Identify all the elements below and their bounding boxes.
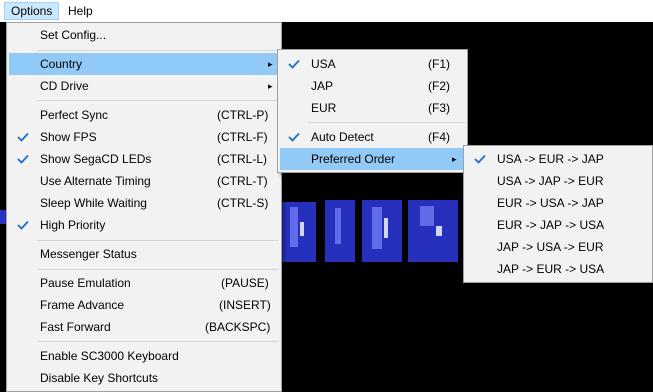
menu-item-cd-drive[interactable]: CD Drive ▸ [9, 75, 279, 97]
menu-item-order-4[interactable]: EUR -> JAP -> USA [466, 214, 650, 236]
pause-emulation-label: Pause Emulation [40, 276, 131, 290]
country-usa-shortcut: (F1) [428, 57, 450, 71]
perfect-sync-shortcut: (CTRL-P) [217, 108, 269, 122]
menu-item-high-priority[interactable]: High Priority [9, 214, 279, 236]
high-priority-label: High Priority [40, 218, 106, 232]
separator [37, 50, 279, 51]
show-fps-shortcut: (CTRL-F) [217, 130, 268, 144]
separator [37, 240, 279, 241]
preferred-order-submenu: USA -> EUR -> JAP USA -> JAP -> EUR EUR … [463, 145, 653, 283]
country-jap-shortcut: (F2) [428, 79, 450, 93]
country-eur-shortcut: (F3) [428, 101, 450, 115]
order-2-label: USA -> JAP -> EUR [497, 174, 604, 188]
messenger-status-label: Messenger Status [40, 247, 137, 261]
menu-item-frame-advance[interactable]: Frame Advance (INSERT) [9, 294, 279, 316]
menu-item-country[interactable]: Country ▸ [9, 53, 279, 75]
menu-item-perfect-sync[interactable]: Perfect Sync (CTRL-P) [9, 104, 279, 126]
preferred-order-label: Preferred Order [311, 152, 396, 166]
menu-item-order-3[interactable]: EUR -> USA -> JAP [466, 192, 650, 214]
disable-shortcuts-label: Disable Key Shortcuts [40, 371, 159, 385]
enable-sc3000-label: Enable SC3000 Keyboard [40, 349, 179, 363]
show-segacd-leds-label: Show SegaCD LEDs [40, 152, 152, 166]
perfect-sync-label: Perfect Sync [40, 108, 109, 122]
separator [37, 269, 279, 270]
checkmark-icon [17, 132, 29, 142]
sleep-waiting-shortcut: (CTRL-S) [217, 196, 269, 210]
country-eur-label: EUR [311, 101, 337, 115]
cd-drive-label: CD Drive [40, 79, 89, 93]
order-3-label: EUR -> USA -> JAP [497, 196, 604, 210]
menu-item-set-config[interactable]: Set Config... [9, 24, 279, 46]
checkmark-icon [17, 220, 29, 230]
menu-item-alt-timing[interactable]: Use Alternate Timing (CTRL-T) [9, 170, 279, 192]
menu-item-order-2[interactable]: USA -> JAP -> EUR [466, 170, 650, 192]
chevron-right-icon: ▸ [268, 81, 273, 91]
menu-item-messenger-status[interactable]: Messenger Status [9, 243, 279, 265]
country-label: Country [40, 57, 83, 71]
order-6-label: JAP -> EUR -> USA [497, 262, 605, 276]
frame-advance-shortcut: (INSERT) [219, 298, 271, 312]
frame-advance-label: Frame Advance [40, 298, 125, 312]
alt-timing-shortcut: (CTRL-T) [217, 174, 268, 188]
separator [37, 341, 279, 342]
show-segacd-leds-shortcut: (CTRL-L) [217, 152, 267, 166]
fast-forward-label: Fast Forward [40, 320, 111, 334]
menu-item-disable-shortcuts[interactable]: Disable Key Shortcuts [9, 367, 279, 389]
checkmark-icon [17, 154, 29, 164]
menu-item-country-usa[interactable]: USA (F1) [280, 53, 465, 75]
menu-item-auto-detect[interactable]: Auto Detect (F4) [280, 126, 465, 148]
chevron-right-icon: ▸ [452, 154, 457, 164]
menu-item-pause-emulation[interactable]: Pause Emulation (PAUSE) [9, 272, 279, 294]
auto-detect-label: Auto Detect [311, 130, 374, 144]
checkmark-icon [288, 132, 300, 142]
menu-item-show-segacd-leds[interactable]: Show SegaCD LEDs (CTRL-L) [9, 148, 279, 170]
separator [37, 100, 279, 101]
menu-item-fast-forward[interactable]: Fast Forward (BACKSPC) [9, 316, 279, 338]
menu-item-order-5[interactable]: JAP -> USA -> EUR [466, 236, 650, 258]
order-1-label: USA -> EUR -> JAP [497, 152, 604, 166]
pause-emulation-shortcut: (PAUSE) [221, 276, 269, 290]
chevron-right-icon: ▸ [268, 59, 273, 69]
menu-help[interactable]: Help [62, 2, 99, 20]
checkmark-icon [288, 59, 300, 69]
set-config-label: Set Config... [40, 28, 107, 42]
options-menu: Set Config... Country ▸ CD Drive ▸ Perfe… [6, 22, 282, 392]
country-jap-label: JAP [311, 79, 334, 93]
auto-detect-shortcut: (F4) [428, 130, 450, 144]
menu-item-sleep-waiting[interactable]: Sleep While Waiting (CTRL-S) [9, 192, 279, 214]
menu-item-country-jap[interactable]: JAP (F2) [280, 75, 465, 97]
separator [308, 122, 465, 123]
menu-item-preferred-order[interactable]: Preferred Order ▸ [280, 148, 465, 170]
menu-item-show-fps[interactable]: Show FPS (CTRL-F) [9, 126, 279, 148]
order-5-label: JAP -> USA -> EUR [497, 240, 604, 254]
menu-bar: Options Help [0, 0, 653, 23]
sleep-waiting-label: Sleep While Waiting [40, 196, 147, 210]
checkmark-icon [474, 154, 486, 164]
alt-timing-label: Use Alternate Timing [40, 174, 151, 188]
menu-item-order-1[interactable]: USA -> EUR -> JAP [466, 148, 650, 170]
fast-forward-shortcut: (BACKSPC) [205, 320, 271, 334]
menu-options[interactable]: Options [4, 2, 60, 20]
show-fps-label: Show FPS [40, 130, 97, 144]
country-usa-label: USA [311, 57, 336, 71]
country-submenu: USA (F1) JAP (F2) EUR (F3) Auto Detect (… [277, 49, 468, 173]
menu-item-order-6[interactable]: JAP -> EUR -> USA [466, 258, 650, 280]
menu-item-country-eur[interactable]: EUR (F3) [280, 97, 465, 119]
order-4-label: EUR -> JAP -> USA [497, 218, 605, 232]
menu-item-enable-sc3000[interactable]: Enable SC3000 Keyboard [9, 345, 279, 367]
